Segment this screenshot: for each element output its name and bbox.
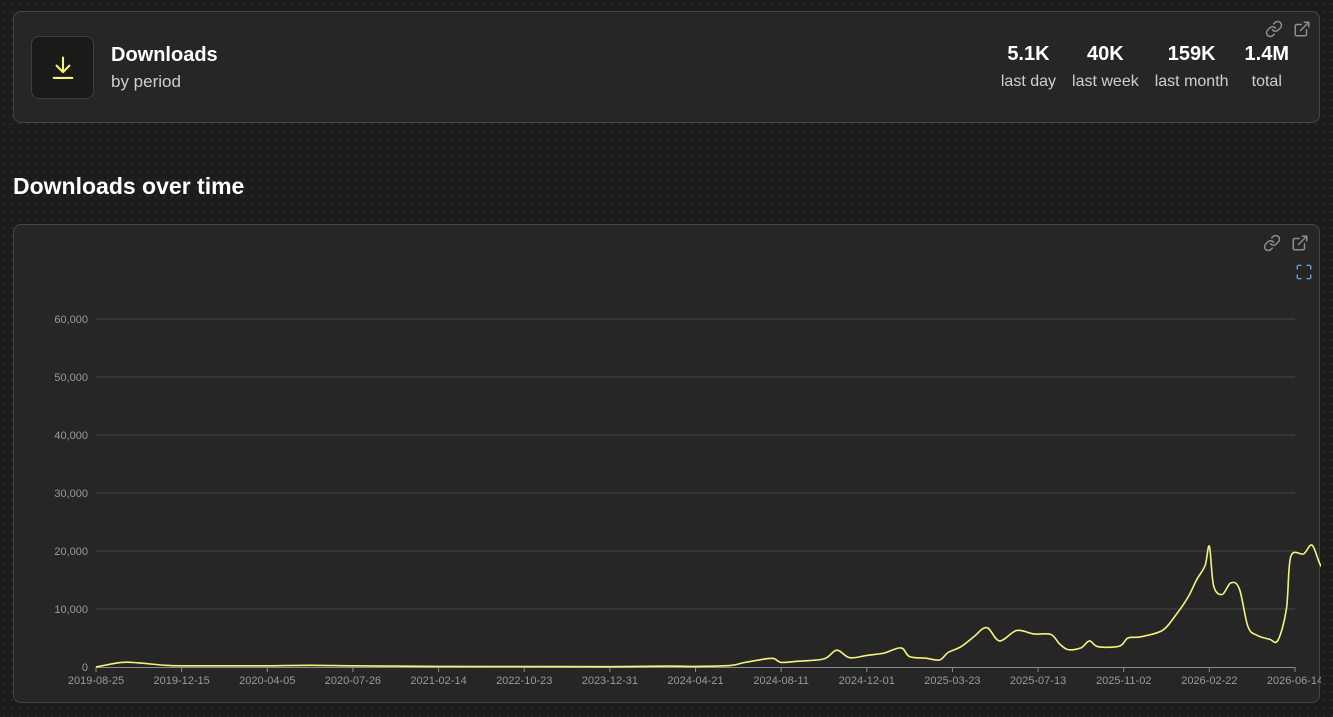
x-tick-label: 2024-12-01 <box>839 675 895 687</box>
stat-value: 5.1K <box>1007 43 1050 65</box>
external-link-icon[interactable] <box>1293 20 1311 38</box>
downloads-summary-card: Downloads by period 5.1K last day 40K la… <box>13 11 1320 123</box>
download-icon <box>52 55 73 79</box>
downloads-series-line <box>95 544 1321 668</box>
downloads-chart-card: 0 10,000 20,000 30,000 40,000 50,000 60,000 201… <box>13 224 1321 704</box>
stat-label: last day <box>1000 73 1057 90</box>
section-title: Downloads over time <box>13 173 245 199</box>
y-tick-label: 40,000 <box>54 430 88 442</box>
x-tick-label: 2025-07-13 <box>1010 675 1066 687</box>
stat-value: 159K <box>1167 43 1216 65</box>
x-tick-label: 2026-06-14 <box>1267 675 1321 687</box>
x-tick-label: 2021-02-14 <box>410 675 466 687</box>
x-tick-label: 2022-10-23 <box>496 675 552 687</box>
summary-subtitle: by period <box>111 72 181 91</box>
x-tick-label: 2024-04-21 <box>667 675 723 687</box>
link-icon[interactable] <box>1265 20 1283 38</box>
stat-label: last week <box>1072 73 1139 90</box>
y-tick-label: 20,000 <box>54 546 88 558</box>
stat-last-week: 40K last week <box>1072 43 1139 91</box>
x-tick-label: 2020-07-26 <box>325 675 381 687</box>
downloads-line-chart[interactable]: 0 10,000 20,000 30,000 40,000 50,000 60,000 201… <box>14 225 1321 704</box>
stat-last-day: 5.1K last day <box>1001 43 1056 91</box>
y-tick-label: 0 <box>82 662 88 674</box>
stats-row: 5.1K last day 40K last week 159K last mo… <box>1001 43 1289 91</box>
stat-value: 1.4M <box>1244 43 1289 65</box>
stat-label: total <box>1251 73 1282 90</box>
y-tick-label: 60,000 <box>54 314 88 326</box>
x-tick-label: 2019-12-15 <box>154 675 210 687</box>
x-tick-label: 2019-08-25 <box>68 675 124 687</box>
summary-card-actions <box>1265 20 1311 38</box>
x-tick-label: 2025-11-02 <box>1096 675 1151 687</box>
stat-last-month: 159K last month <box>1155 43 1229 91</box>
x-tick-label: 2020-04-05 <box>239 675 295 687</box>
x-tick-label: 2025-03-23 <box>924 675 980 687</box>
stat-value: 40K <box>1087 43 1124 65</box>
x-tick-label: 2026-02-22 <box>1181 675 1237 687</box>
download-icon-box <box>31 36 94 99</box>
y-tick-label: 30,000 <box>54 488 88 500</box>
x-tick-label: 2024-08-11 <box>753 675 808 687</box>
y-tick-label: 50,000 <box>54 372 88 384</box>
stat-total: 1.4M total <box>1245 43 1289 91</box>
y-tick-label: 10,000 <box>54 604 88 616</box>
summary-title: Downloads <box>111 44 218 66</box>
x-tick-label: 2023-12-31 <box>582 675 638 687</box>
stat-label: last month <box>1154 73 1229 90</box>
